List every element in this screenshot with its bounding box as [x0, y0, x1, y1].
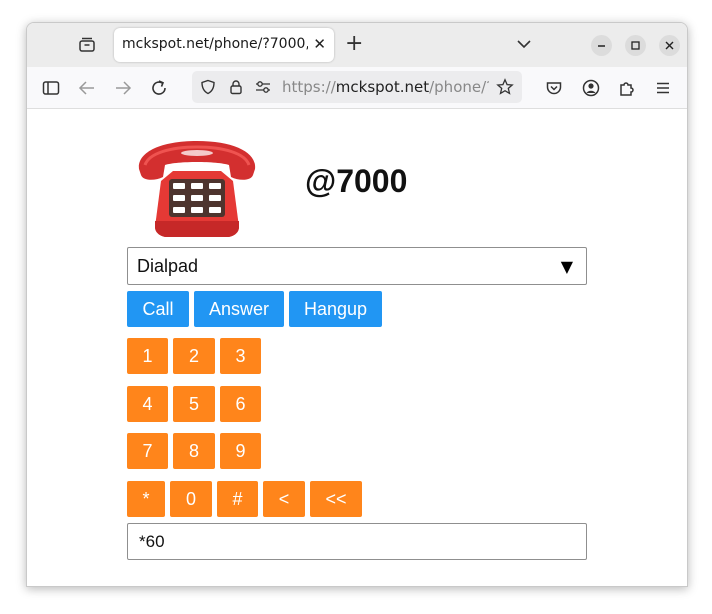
- url-scheme: https://: [282, 78, 336, 96]
- menu-icon[interactable]: [653, 78, 673, 98]
- key-2-button[interactable]: 2: [173, 338, 215, 374]
- close-window-button[interactable]: [659, 35, 680, 56]
- dial-number-input[interactable]: *60: [127, 523, 587, 560]
- key-3-button[interactable]: 3: [220, 338, 261, 374]
- key-hash-button[interactable]: #: [217, 481, 258, 517]
- tab-title: mckspot.net/phone/?7000,7: [122, 36, 308, 52]
- key-7-button[interactable]: 7: [127, 433, 168, 469]
- pocket-icon[interactable]: [544, 78, 564, 98]
- forward-icon[interactable]: [113, 78, 133, 98]
- clear-button[interactable]: <<: [310, 481, 362, 517]
- url-host: mckspot.net: [335, 78, 430, 96]
- extension-number: @7000: [305, 163, 408, 199]
- extensions-icon[interactable]: [617, 78, 637, 98]
- tab-close-icon[interactable]: ✕: [313, 36, 326, 52]
- reload-icon[interactable]: [149, 78, 169, 98]
- mode-select[interactable]: Dialpad ▼: [127, 247, 587, 285]
- dial-number-value: *60: [139, 532, 165, 551]
- shield-icon[interactable]: [200, 79, 216, 99]
- key-1-button[interactable]: 1: [127, 338, 168, 374]
- key-9-button[interactable]: 9: [220, 433, 261, 469]
- maximize-button[interactable]: [625, 35, 646, 56]
- answer-button[interactable]: Answer: [194, 291, 284, 327]
- key-4-button[interactable]: 4: [127, 386, 168, 422]
- url-bar[interactable]: https://mckspot.net/phone/?7: [192, 71, 522, 103]
- browser-tab[interactable]: mckspot.net/phone/?7000,7 ✕: [114, 28, 334, 62]
- page-content: @7000 Dialpad ▼ Call Answer Hangup 1 2 3…: [27, 109, 687, 586]
- permissions-icon[interactable]: [254, 79, 272, 99]
- mode-select-value: Dialpad: [137, 256, 199, 276]
- tab-list-icon[interactable]: [77, 35, 97, 55]
- backspace-button[interactable]: <: [263, 481, 305, 517]
- url-path: /phone/?7: [429, 78, 489, 96]
- key-star-button[interactable]: *: [127, 481, 165, 517]
- bookmark-star-icon[interactable]: [496, 78, 514, 100]
- account-icon[interactable]: [581, 78, 601, 98]
- key-8-button[interactable]: 8: [173, 433, 215, 469]
- new-tab-button[interactable]: +: [345, 33, 363, 55]
- telephone-icon: [135, 135, 259, 243]
- sidebar-icon[interactable]: [41, 78, 61, 98]
- call-button[interactable]: Call: [127, 291, 189, 327]
- key-5-button[interactable]: 5: [173, 386, 215, 422]
- url-text: https://mckspot.net/phone/?7: [282, 78, 489, 96]
- browser-window: mckspot.net/phone/?7000,7 ✕ + https://mc…: [26, 22, 688, 587]
- navigation-bar: https://mckspot.net/phone/?7: [27, 67, 687, 109]
- key-6-button[interactable]: 6: [220, 386, 261, 422]
- key-0-button[interactable]: 0: [170, 481, 212, 517]
- dropdown-arrow-icon: ▼: [560, 257, 573, 276]
- back-icon[interactable]: [77, 78, 97, 98]
- chevron-down-icon[interactable]: [515, 35, 533, 57]
- minimize-button[interactable]: [591, 35, 612, 56]
- lock-icon[interactable]: [228, 79, 244, 99]
- hangup-button[interactable]: Hangup: [289, 291, 382, 327]
- tab-bar: mckspot.net/phone/?7000,7 ✕ +: [27, 23, 687, 67]
